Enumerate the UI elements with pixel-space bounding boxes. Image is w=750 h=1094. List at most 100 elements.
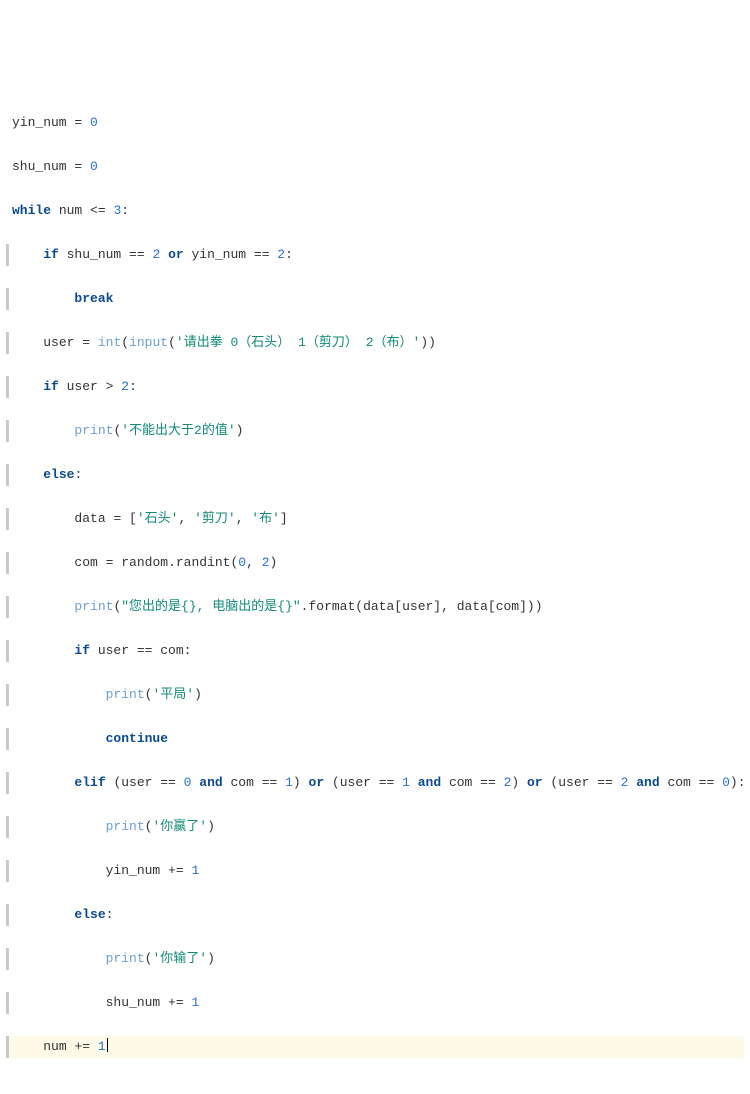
number: 1 bbox=[90, 1039, 106, 1054]
builtin: print bbox=[106, 687, 145, 702]
code-line: com = random.randint(0, 2) bbox=[6, 552, 744, 574]
code-line: yin_num = 0 bbox=[6, 112, 744, 134]
paren: ( bbox=[121, 335, 129, 350]
paren: ( bbox=[113, 599, 121, 614]
number: 1 bbox=[394, 775, 417, 790]
paren: ) bbox=[293, 775, 309, 790]
paren: ) bbox=[730, 775, 738, 790]
paren: ( bbox=[145, 819, 153, 834]
keyword: if bbox=[74, 643, 90, 658]
code-line: yin_num += 1 bbox=[6, 860, 744, 882]
code-line-active: num += 1 bbox=[6, 1036, 744, 1058]
operator: <= bbox=[90, 203, 106, 218]
identifier: yin_num bbox=[12, 115, 74, 130]
operator: == bbox=[160, 775, 176, 790]
number: 0 bbox=[238, 555, 246, 570]
operator: == bbox=[379, 775, 395, 790]
code-line: print('平局') bbox=[6, 684, 744, 706]
number: 2 bbox=[270, 247, 286, 262]
code-line: if user > 2: bbox=[6, 376, 744, 398]
keyword: and bbox=[418, 775, 441, 790]
operator: == bbox=[480, 775, 496, 790]
colon: : bbox=[184, 643, 192, 658]
identifier: (user bbox=[324, 775, 379, 790]
number: 1 bbox=[184, 995, 200, 1010]
identifier: shu_num bbox=[59, 247, 129, 262]
string: "您出的是{}, 电脑出的是{}" bbox=[121, 599, 300, 614]
operator: = bbox=[106, 555, 122, 570]
identifier: yin_num bbox=[184, 247, 254, 262]
identifier: shu_num bbox=[12, 159, 74, 174]
colon: : bbox=[106, 907, 114, 922]
code-line: print('你赢了') bbox=[6, 816, 744, 838]
colon: : bbox=[121, 203, 129, 218]
keyword: and bbox=[636, 775, 659, 790]
paren: )) bbox=[420, 335, 436, 350]
builtin: print bbox=[106, 819, 145, 834]
code-line: else: bbox=[6, 464, 744, 486]
code-line: print('不能出大于2的值') bbox=[6, 420, 744, 442]
identifier: com bbox=[441, 775, 480, 790]
number: 0 bbox=[90, 159, 98, 174]
call: .format(data[user], data[com])) bbox=[301, 599, 543, 614]
identifier: com bbox=[74, 555, 105, 570]
keyword: else bbox=[74, 907, 105, 922]
code-line: data = ['石头', '剪刀', '布'] bbox=[6, 508, 744, 530]
code-line: shu_num = 0 bbox=[6, 156, 744, 178]
identifier: com bbox=[660, 775, 699, 790]
code-line: print("您出的是{}, 电脑出的是{}".format(data[user… bbox=[6, 596, 744, 618]
identifier: data bbox=[74, 511, 113, 526]
code-line: shu_num += 1 bbox=[6, 992, 744, 1014]
code-line: elif (user == 0 and com == 1) or (user =… bbox=[6, 772, 744, 794]
number: 2 bbox=[613, 775, 636, 790]
string: '布' bbox=[251, 511, 280, 526]
number: 1 bbox=[277, 775, 293, 790]
keyword: if bbox=[43, 379, 59, 394]
string: '不能出大于2的值' bbox=[121, 423, 235, 438]
bracket: ] bbox=[280, 511, 288, 526]
operator: == bbox=[597, 775, 613, 790]
builtin: print bbox=[74, 423, 113, 438]
identifier: com bbox=[152, 643, 183, 658]
paren: ) bbox=[194, 687, 202, 702]
colon: : bbox=[129, 379, 137, 394]
string: '你赢了' bbox=[152, 819, 207, 834]
paren: ( bbox=[145, 687, 153, 702]
comma: , bbox=[236, 511, 252, 526]
bracket: [ bbox=[129, 511, 137, 526]
code-line: break bbox=[6, 288, 744, 310]
paren: ( bbox=[168, 335, 176, 350]
operator: == bbox=[129, 247, 145, 262]
operator: += bbox=[74, 1039, 90, 1054]
operator: == bbox=[699, 775, 715, 790]
number: 2 bbox=[496, 775, 512, 790]
builtin: int bbox=[98, 335, 121, 350]
operator: == bbox=[254, 247, 270, 262]
comma: , bbox=[246, 555, 262, 570]
string: '平局' bbox=[152, 687, 194, 702]
code-line: if user == com: bbox=[6, 640, 744, 662]
paren: ) bbox=[207, 951, 215, 966]
string: '你输了' bbox=[152, 951, 207, 966]
identifier: yin_num bbox=[106, 863, 168, 878]
number: 2 bbox=[262, 555, 270, 570]
identifier: com bbox=[223, 775, 262, 790]
code-editor[interactable]: yin_num = 0 shu_num = 0 while num <= 3: … bbox=[6, 90, 744, 1080]
paren: ) bbox=[207, 819, 215, 834]
colon: : bbox=[738, 775, 746, 790]
identifier: num bbox=[43, 1039, 74, 1054]
identifier: shu_num bbox=[106, 995, 168, 1010]
number: 2 bbox=[145, 247, 168, 262]
code-line: else: bbox=[6, 904, 744, 926]
identifier: user bbox=[43, 335, 82, 350]
keyword: continue bbox=[106, 731, 168, 746]
number: 0 bbox=[90, 115, 98, 130]
keyword: else bbox=[43, 467, 74, 482]
keyword: elif bbox=[74, 775, 105, 790]
code-line: user = int(input('请出拳 0（石头） 1（剪刀） 2（布）')… bbox=[6, 332, 744, 354]
identifier: (user bbox=[106, 775, 161, 790]
paren: ) bbox=[236, 423, 244, 438]
keyword: and bbox=[199, 775, 222, 790]
operator: = bbox=[113, 511, 129, 526]
keyword: or bbox=[527, 775, 543, 790]
